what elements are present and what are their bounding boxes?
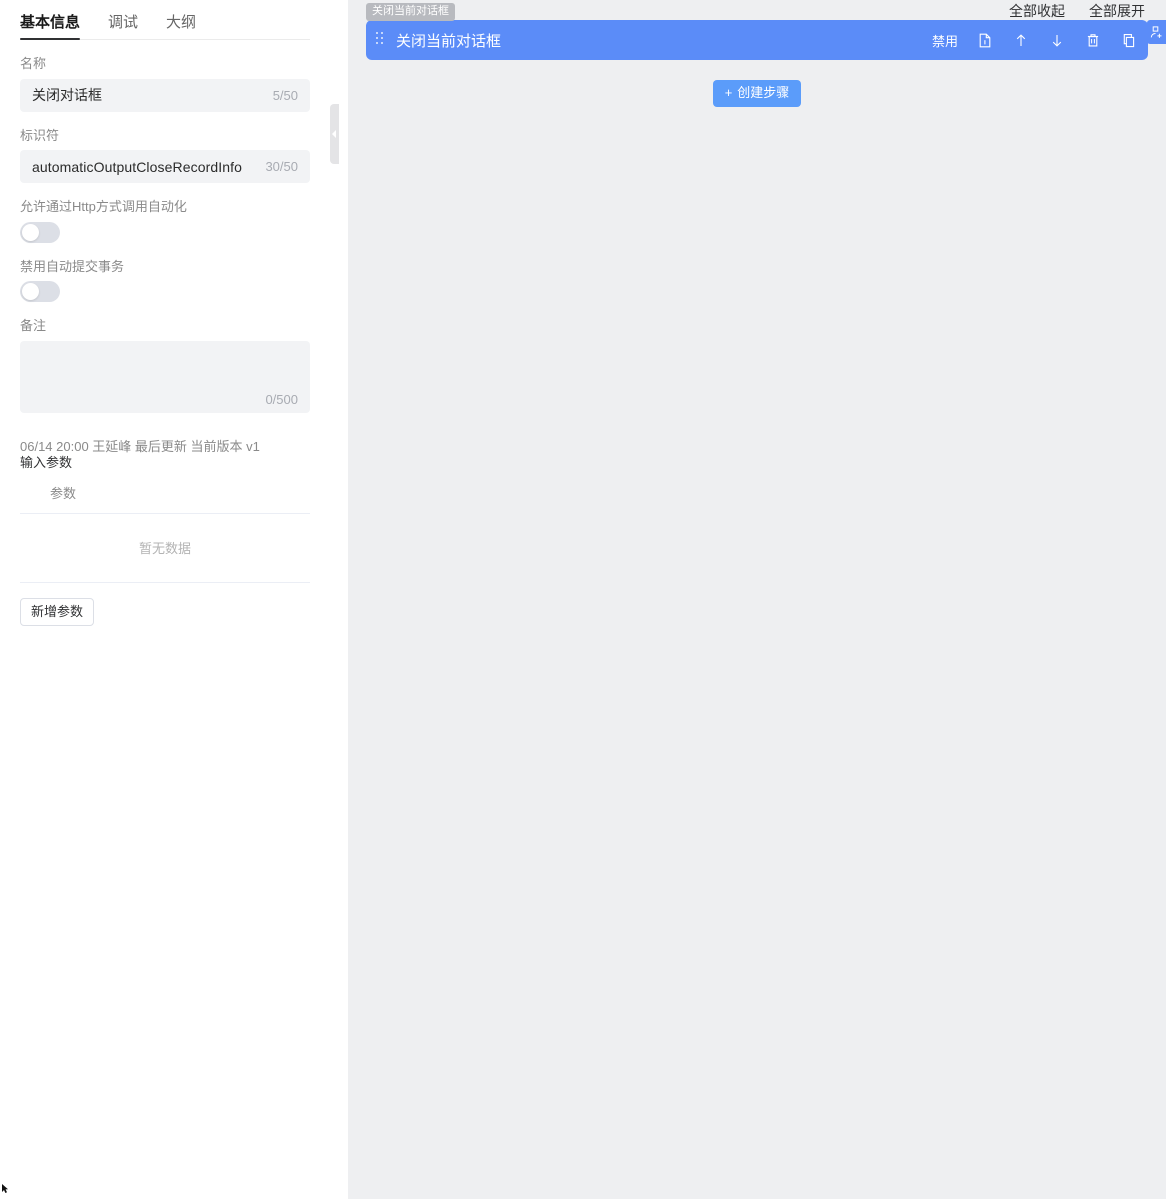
- step-title: 关闭当前对话框: [396, 32, 502, 50]
- remark-char-counter: 0/500: [265, 391, 298, 407]
- remark-field-label: 备注: [20, 318, 47, 334]
- tab-outline-label: 大纲: [166, 14, 197, 31]
- create-step-button[interactable]: + 创建步骤: [712, 80, 802, 107]
- name-field-label: 名称: [20, 56, 47, 71]
- step-card-close-dialog[interactable]: 关闭当前对话框 禁用: [366, 20, 1148, 60]
- arrow-up-icon[interactable]: [1008, 27, 1034, 53]
- name-input-value: 关闭对话框: [32, 87, 102, 104]
- document-icon[interactable]: [972, 27, 998, 53]
- chevron-left-icon: [332, 130, 336, 138]
- add-user-icon: [1150, 25, 1162, 38]
- disable-autocommit-knob: [22, 283, 39, 301]
- http-toggle-switch[interactable]: [20, 221, 60, 243]
- mouse-cursor: [2, 1184, 8, 1193]
- left-settings-panel: 基本信息 调试 大纲 名称 关闭对话框 5/50 标识符 automaticOu…: [0, 0, 330, 1199]
- params-table: 参数 暂无数据: [20, 483, 310, 583]
- disable-autocommit-switch[interactable]: [20, 281, 60, 303]
- identifier-field-label: 标识符: [20, 127, 60, 143]
- name-char-counter: 5/50: [272, 87, 298, 103]
- panel-splitter[interactable]: [330, 0, 348, 1199]
- input-params-title: 输入参数: [20, 454, 73, 470]
- add-user-button[interactable]: [1147, 20, 1166, 44]
- flow-canvas-panel: 全部收起 全部展开 关闭当前对话框 关闭当前对话框 禁用 + 创建步骤: [348, 0, 1166, 1199]
- params-empty-text: 暂无数据: [138, 540, 191, 556]
- tab-debug-label: 调试: [108, 14, 139, 31]
- plus-icon: +: [724, 85, 733, 100]
- trash-icon[interactable]: [1080, 27, 1106, 53]
- create-step-label: 创建步骤: [737, 85, 790, 100]
- step-disable-button[interactable]: 禁用: [928, 31, 962, 50]
- last-updated-meta: 06/14 20:00 王延峰 最后更新 当前版本 v1: [20, 438, 260, 454]
- tab-outline[interactable]: 大纲: [166, 15, 196, 39]
- name-input[interactable]: 关闭对话框 5/50: [20, 78, 310, 112]
- step-tooltip: 关闭当前对话框: [366, 3, 455, 22]
- create-step-row: + 创建步骤: [348, 80, 1166, 107]
- identifier-input-value: automaticOutputCloseRecordInfo: [32, 158, 242, 175]
- step-action-group: 禁用: [928, 27, 1142, 53]
- expand-all-link[interactable]: 全部展开: [1089, 1, 1145, 21]
- copy-icon[interactable]: [1116, 27, 1142, 53]
- params-column-header: 参数: [50, 485, 77, 501]
- tab-bar: 基本信息 调试 大纲: [20, 0, 310, 40]
- identifier-char-counter: 30/50: [265, 159, 298, 175]
- identifier-input[interactable]: automaticOutputCloseRecordInfo 30/50: [20, 150, 310, 184]
- add-param-button[interactable]: 新增参数: [20, 597, 95, 626]
- drag-handle-icon[interactable]: [376, 32, 386, 48]
- http-toggle-label: 允许通过Http方式调用自动化: [20, 199, 187, 215]
- remark-textarea[interactable]: 0/500: [20, 340, 310, 413]
- arrow-down-icon[interactable]: [1044, 27, 1070, 53]
- canvas-toolbar: 全部收起 全部展开: [1009, 0, 1145, 21]
- tab-basic-info-label: 基本信息: [20, 14, 81, 31]
- http-toggle-knob: [22, 223, 39, 241]
- automation-editor-window: 基本信息 调试 大纲 名称 关闭对话框 5/50 标识符 automaticOu…: [0, 0, 1166, 1199]
- panel-collapse-handle[interactable]: [330, 104, 339, 164]
- collapse-all-link[interactable]: 全部收起: [1009, 1, 1065, 21]
- params-divider-bottom: [20, 581, 310, 583]
- tab-debug[interactable]: 调试: [108, 15, 138, 39]
- disable-autocommit-label: 禁用自动提交事务: [20, 258, 125, 274]
- tab-basic-info[interactable]: 基本信息: [20, 14, 81, 40]
